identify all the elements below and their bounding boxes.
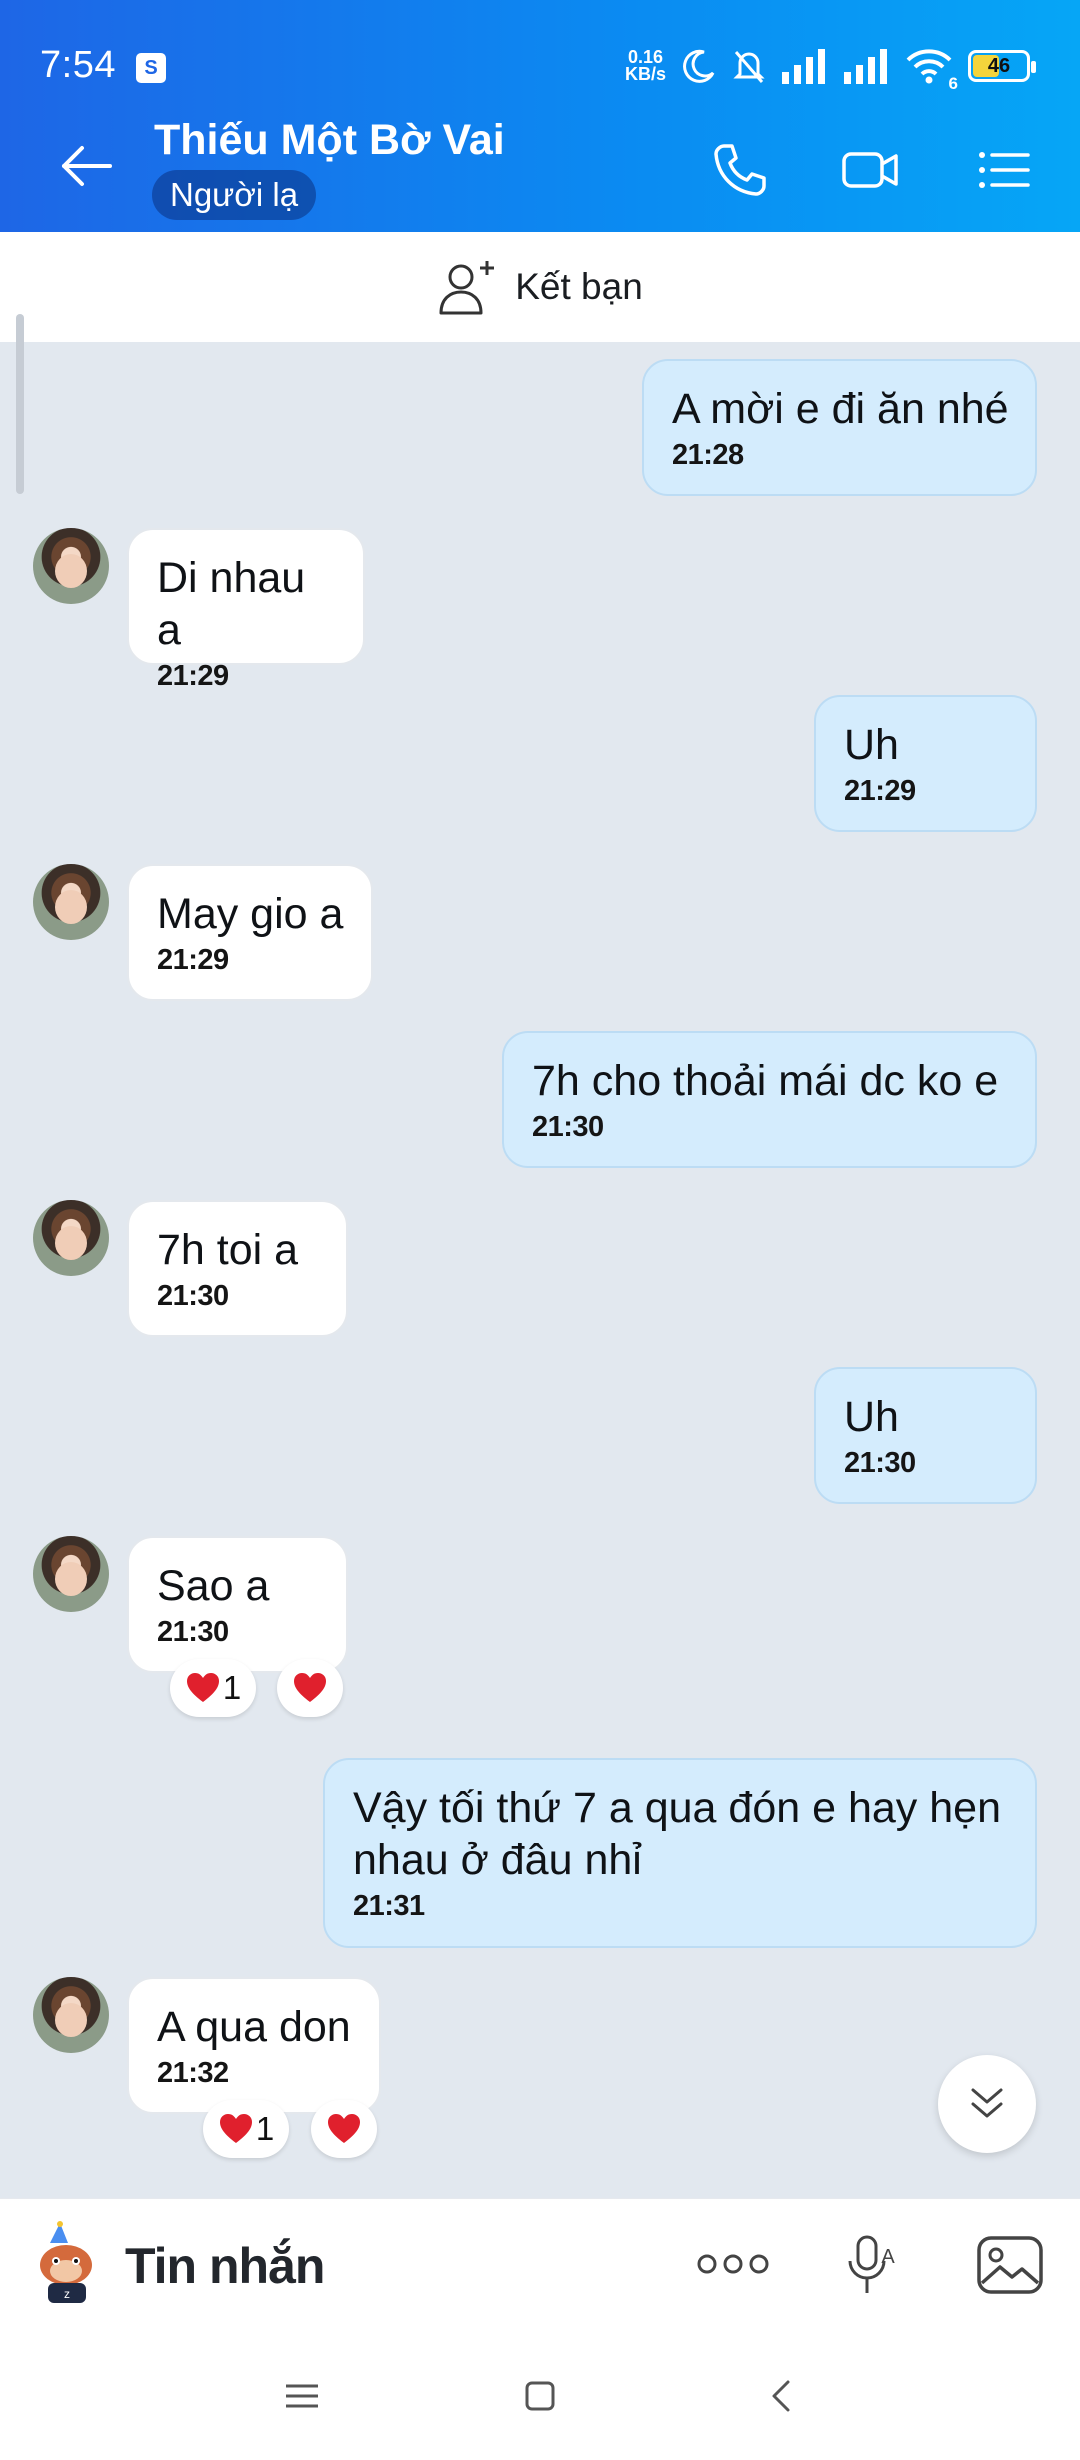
- wifi-icon: [906, 49, 952, 84]
- sticker-icon[interactable]: z: [32, 2221, 102, 2305]
- message-text: 7h cho thoải mái dc ko e: [532, 1057, 999, 1105]
- message-text: 7h toi a: [157, 1226, 299, 1274]
- heart-icon: [219, 2114, 252, 2143]
- message-text: May gio a: [157, 890, 344, 938]
- contact-name[interactable]: Thiếu Một Bờ Vai: [154, 116, 505, 165]
- heart-icon: [186, 1673, 219, 1702]
- message-bubble-outgoing[interactable]: Uh 21:29: [814, 695, 1037, 832]
- more-dots-icon[interactable]: [696, 2249, 770, 2279]
- status-time: 7:54: [40, 44, 116, 86]
- system-nav-bar: [0, 2330, 1080, 2460]
- message-time: 21:30: [532, 1111, 604, 1143]
- signal-2-icon: [844, 49, 887, 84]
- battery-level: 46: [987, 54, 1011, 77]
- reaction-count: 1: [255, 2110, 275, 2147]
- react-button[interactable]: [277, 1659, 343, 1717]
- list-menu-icon[interactable]: [974, 140, 1034, 200]
- message-text: Uh: [844, 1393, 899, 1441]
- contact-avatar[interactable]: [33, 1977, 109, 2053]
- heart-icon: [294, 1673, 326, 1702]
- message-bubble-outgoing[interactable]: Uh 21:30: [814, 1367, 1037, 1504]
- message-time: 21:29: [844, 775, 916, 807]
- message-time: 21:30: [157, 1280, 229, 1312]
- contact-avatar[interactable]: [33, 864, 109, 940]
- message-bubble-incoming[interactable]: Di nhau a 21:29: [127, 528, 365, 692]
- message-time: 21:30: [157, 1616, 229, 1648]
- battery-icon: 46: [968, 50, 1036, 82]
- contact-avatar[interactable]: [33, 1200, 109, 1276]
- reaction-count: 1: [222, 1669, 242, 1706]
- contact-avatar[interactable]: [33, 1536, 109, 1612]
- message-text: Di nhau a: [157, 554, 318, 654]
- wifi-badge: 6: [948, 74, 958, 93]
- back-icon[interactable]: [760, 2374, 804, 2418]
- message-time: 21:32: [157, 2057, 229, 2089]
- contact-avatar[interactable]: [33, 528, 109, 604]
- message-time: 21:29: [157, 660, 229, 692]
- message-time: 21:31: [353, 1890, 425, 1922]
- scroll-to-bottom-button[interactable]: [938, 2055, 1036, 2153]
- message-text: Vậy tối thứ 7 a qua đón e hay hẹn nhau ở…: [353, 1784, 1013, 1884]
- add-friend-label: Kết bạn: [515, 266, 643, 307]
- reaction-summary[interactable]: 1: [170, 1659, 256, 1717]
- shopee-notification-icon: S: [136, 53, 166, 83]
- message-time: 21:28: [672, 439, 744, 471]
- message-bubble-incoming[interactable]: A qua don 21:32: [127, 1977, 381, 2114]
- message-text: Sao a: [157, 1562, 270, 1610]
- message-time: 21:29: [157, 944, 229, 976]
- message-bubble-incoming[interactable]: May gio a 21:29: [127, 864, 373, 1001]
- message-bubble-incoming[interactable]: Sao a 21:30: [127, 1536, 348, 1673]
- top-bar: 7:54 S 0.16 KB/s 6 46 Thiếu Một Bờ Vai N…: [0, 0, 1080, 232]
- svg-text:A: A: [881, 2246, 895, 2268]
- reaction-summary[interactable]: 1: [203, 2100, 289, 2158]
- recent-apps-icon[interactable]: [280, 2374, 324, 2418]
- network-speed: 0.16 KB/s: [624, 47, 666, 84]
- message-bubble-incoming[interactable]: 7h toi a 21:30: [127, 1200, 348, 1337]
- status-icons: 0.16 KB/s 6 46: [624, 46, 1036, 93]
- message-bubble-outgoing[interactable]: A mời e đi ăn nhé 21:28: [642, 359, 1037, 496]
- svg-text:z: z: [64, 2287, 70, 2301]
- add-friend-button[interactable]: Kết bạn: [0, 232, 1080, 342]
- message-text: A qua don: [157, 2003, 351, 2051]
- status-bar: 7:54 S 0.16 KB/s 6 46: [0, 0, 1080, 100]
- home-icon[interactable]: [518, 2374, 562, 2418]
- message-composer: z Tin nhắn A: [0, 2198, 1080, 2330]
- message-time: 21:30: [844, 1447, 916, 1479]
- wifi-indicator: 6: [906, 48, 958, 93]
- message-bubble-outgoing[interactable]: Vậy tối thứ 7 a qua đón e hay hẹn nhau ở…: [323, 1758, 1037, 1948]
- heart-icon: [328, 2114, 360, 2143]
- message-input[interactable]: Tin nhắn: [125, 2237, 325, 2295]
- message-text: A mời e đi ăn nhé: [672, 385, 1009, 433]
- message-text: Uh: [844, 721, 899, 769]
- add-user-icon: [439, 261, 495, 315]
- back-arrow-icon[interactable]: [56, 136, 116, 196]
- image-icon[interactable]: [976, 2235, 1044, 2295]
- signal-1-icon: [782, 49, 825, 84]
- message-bubble-outgoing[interactable]: 7h cho thoải mái dc ko e 21:30: [502, 1031, 1037, 1168]
- bell-muted-icon: [733, 51, 765, 83]
- react-button[interactable]: [311, 2100, 377, 2158]
- scroll-indicator[interactable]: [16, 314, 24, 494]
- double-chevron-down-icon: [971, 2088, 1003, 2118]
- stranger-badge: Người lạ: [152, 170, 317, 220]
- chat-header: Thiếu Một Bờ Vai Người lạ: [0, 100, 1080, 232]
- moon-icon: [683, 49, 715, 83]
- voice-to-text-icon[interactable]: A: [848, 2233, 898, 2297]
- phone-icon[interactable]: [710, 140, 770, 200]
- video-camera-icon[interactable]: [840, 140, 900, 200]
